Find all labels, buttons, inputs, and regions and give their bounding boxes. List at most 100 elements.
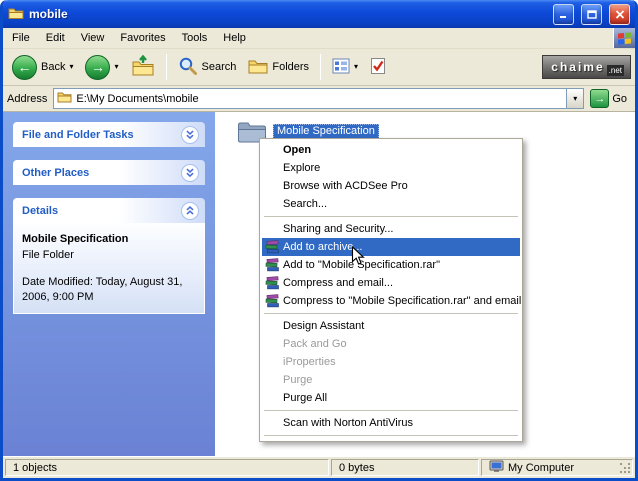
panel-header-file-folder-tasks[interactable]: File and Folder Tasks bbox=[13, 122, 205, 147]
toolbar-separator bbox=[320, 54, 321, 80]
menu-separator bbox=[264, 410, 518, 411]
panel-header-other-places[interactable]: Other Places bbox=[13, 160, 205, 185]
panel-title: File and Folder Tasks bbox=[22, 129, 134, 141]
context-menu-item-pack-and-go: Pack and Go bbox=[262, 335, 520, 353]
context-menu-item-browse-acdsee[interactable]: Browse with ACDSee Pro bbox=[262, 177, 520, 195]
menu-separator bbox=[264, 435, 518, 436]
menu-edit[interactable]: Edit bbox=[38, 29, 73, 47]
panel-details: Details Mobile Specification File Folder… bbox=[13, 198, 205, 314]
winrar-icon bbox=[262, 293, 283, 309]
address-folder-icon bbox=[57, 91, 72, 106]
title-bar: mobile bbox=[3, 0, 635, 28]
back-icon: ← bbox=[12, 55, 37, 80]
menu-separator bbox=[264, 313, 518, 314]
chevron-down-icon[interactable] bbox=[181, 126, 199, 144]
views-button[interactable]: ▾ bbox=[327, 52, 363, 83]
views-dropdown-icon[interactable]: ▾ bbox=[354, 63, 358, 71]
views-icon bbox=[332, 58, 350, 77]
context-menu-item-scan-norton[interactable]: Scan with Norton AntiVirus bbox=[262, 414, 520, 432]
search-icon bbox=[178, 56, 198, 79]
folders-button[interactable]: Folders bbox=[243, 52, 314, 83]
context-menu-item-design-assistant[interactable]: Design Assistant bbox=[262, 317, 520, 335]
chaime-logo: chaime .net bbox=[542, 55, 631, 79]
resize-grip[interactable] bbox=[620, 463, 632, 475]
context-menu: Open Explore Browse with ACDSee Pro Sear… bbox=[259, 138, 523, 442]
folders-icon bbox=[248, 58, 268, 77]
back-button[interactable]: ← Back ▾ bbox=[7, 52, 78, 83]
address-label: Address bbox=[7, 93, 47, 105]
back-dropdown-icon[interactable]: ▾ bbox=[69, 63, 73, 71]
forward-dropdown-icon[interactable]: ▾ bbox=[114, 63, 118, 71]
menu-favorites[interactable]: Favorites bbox=[112, 29, 173, 47]
details-panel-body: Mobile Specification File Folder Date Mo… bbox=[13, 223, 205, 314]
chaime-logo-suffix: .net bbox=[607, 65, 624, 76]
windows-logo-icon bbox=[613, 28, 635, 48]
panel-other-places: Other Places bbox=[13, 160, 205, 185]
mouse-cursor bbox=[351, 246, 365, 269]
menu-file[interactable]: File bbox=[4, 29, 38, 47]
forward-icon: → bbox=[85, 55, 110, 80]
checklist-button[interactable] bbox=[365, 52, 391, 83]
status-location-label: My Computer bbox=[508, 462, 574, 474]
my-computer-icon bbox=[489, 460, 504, 476]
go-label: Go bbox=[612, 93, 627, 105]
window-title: mobile bbox=[29, 7, 68, 21]
minimize-button[interactable] bbox=[553, 4, 574, 25]
menu-bar: File Edit View Favorites Tools Help bbox=[3, 28, 635, 49]
close-button[interactable] bbox=[609, 4, 630, 25]
status-location: My Computer bbox=[481, 459, 633, 476]
menu-help[interactable]: Help bbox=[215, 29, 254, 47]
context-menu-item-compress-to-rar-email[interactable]: Compress to "Mobile Specification.rar" a… bbox=[262, 292, 520, 310]
winrar-icon bbox=[262, 275, 283, 291]
search-label: Search bbox=[202, 61, 237, 73]
context-menu-item-explore[interactable]: Explore bbox=[262, 159, 520, 177]
maximize-button[interactable] bbox=[581, 4, 602, 25]
window-folder-icon bbox=[8, 6, 24, 23]
tasks-sidebar: File and Folder Tasks Other Places Detai… bbox=[3, 112, 215, 456]
search-button[interactable]: Search bbox=[173, 52, 242, 83]
address-value: E:\My Documents\mobile bbox=[76, 93, 198, 105]
toolbar-separator bbox=[166, 54, 167, 80]
panel-title: Other Places bbox=[22, 167, 89, 179]
context-menu-item-add-to-named-rar[interactable]: Add to "Mobile Specification.rar" bbox=[262, 256, 520, 274]
details-date-modified: Date Modified: Today, August 31, 2006, 9… bbox=[22, 275, 196, 305]
status-bar: 1 objects 0 bytes My Computer bbox=[3, 456, 635, 478]
chevron-down-icon[interactable] bbox=[181, 164, 199, 182]
address-dropdown-button[interactable]: ▾ bbox=[566, 89, 583, 108]
toolbar: ← Back ▾ → ▾ Search Folders bbox=[3, 49, 635, 86]
chaime-logo-text: chaime bbox=[551, 60, 604, 74]
panel-header-details[interactable]: Details bbox=[13, 198, 205, 223]
go-button[interactable]: → Go bbox=[590, 89, 631, 108]
menu-view[interactable]: View bbox=[73, 29, 113, 47]
forward-button[interactable]: → ▾ bbox=[80, 52, 123, 83]
details-item-type: File Folder bbox=[22, 248, 196, 263]
context-menu-item-search[interactable]: Search... bbox=[262, 195, 520, 213]
context-menu-item-sharing-security[interactable]: Sharing and Security... bbox=[262, 220, 520, 238]
go-arrow-icon: → bbox=[590, 89, 609, 108]
context-menu-item-compress-email[interactable]: Compress and email... bbox=[262, 274, 520, 292]
panel-file-and-folder-tasks: File and Folder Tasks bbox=[13, 122, 205, 147]
context-menu-item-purge-all[interactable]: Purge All bbox=[262, 389, 520, 407]
folder-item-label: Mobile Specification bbox=[273, 124, 379, 139]
folder-up-icon bbox=[131, 55, 155, 80]
address-input[interactable]: E:\My Documents\mobile ▾ bbox=[53, 88, 584, 109]
winrar-icon bbox=[262, 257, 283, 273]
details-item-name: Mobile Specification bbox=[22, 232, 196, 247]
winrar-icon bbox=[262, 239, 283, 255]
context-menu-item-purge: Purge bbox=[262, 371, 520, 389]
address-bar: Address E:\My Documents\mobile ▾ → Go bbox=[3, 86, 635, 112]
context-menu-item-open[interactable]: Open bbox=[262, 141, 520, 159]
folders-label: Folders bbox=[272, 61, 309, 73]
chevron-up-icon[interactable] bbox=[181, 202, 199, 220]
back-label: Back bbox=[41, 61, 65, 73]
page-check-icon bbox=[370, 57, 386, 78]
up-button[interactable] bbox=[126, 52, 160, 83]
status-object-count: 1 objects bbox=[5, 459, 329, 476]
context-menu-item-add-to-archive[interactable]: Add to archive... bbox=[262, 238, 520, 256]
menu-separator bbox=[264, 216, 518, 217]
panel-title: Details bbox=[22, 205, 58, 217]
explorer-window: mobile File Edit View Favorites Tools He… bbox=[0, 0, 638, 481]
context-menu-item-iproperties: iProperties bbox=[262, 353, 520, 371]
status-size: 0 bytes bbox=[331, 459, 479, 476]
menu-tools[interactable]: Tools bbox=[174, 29, 216, 47]
